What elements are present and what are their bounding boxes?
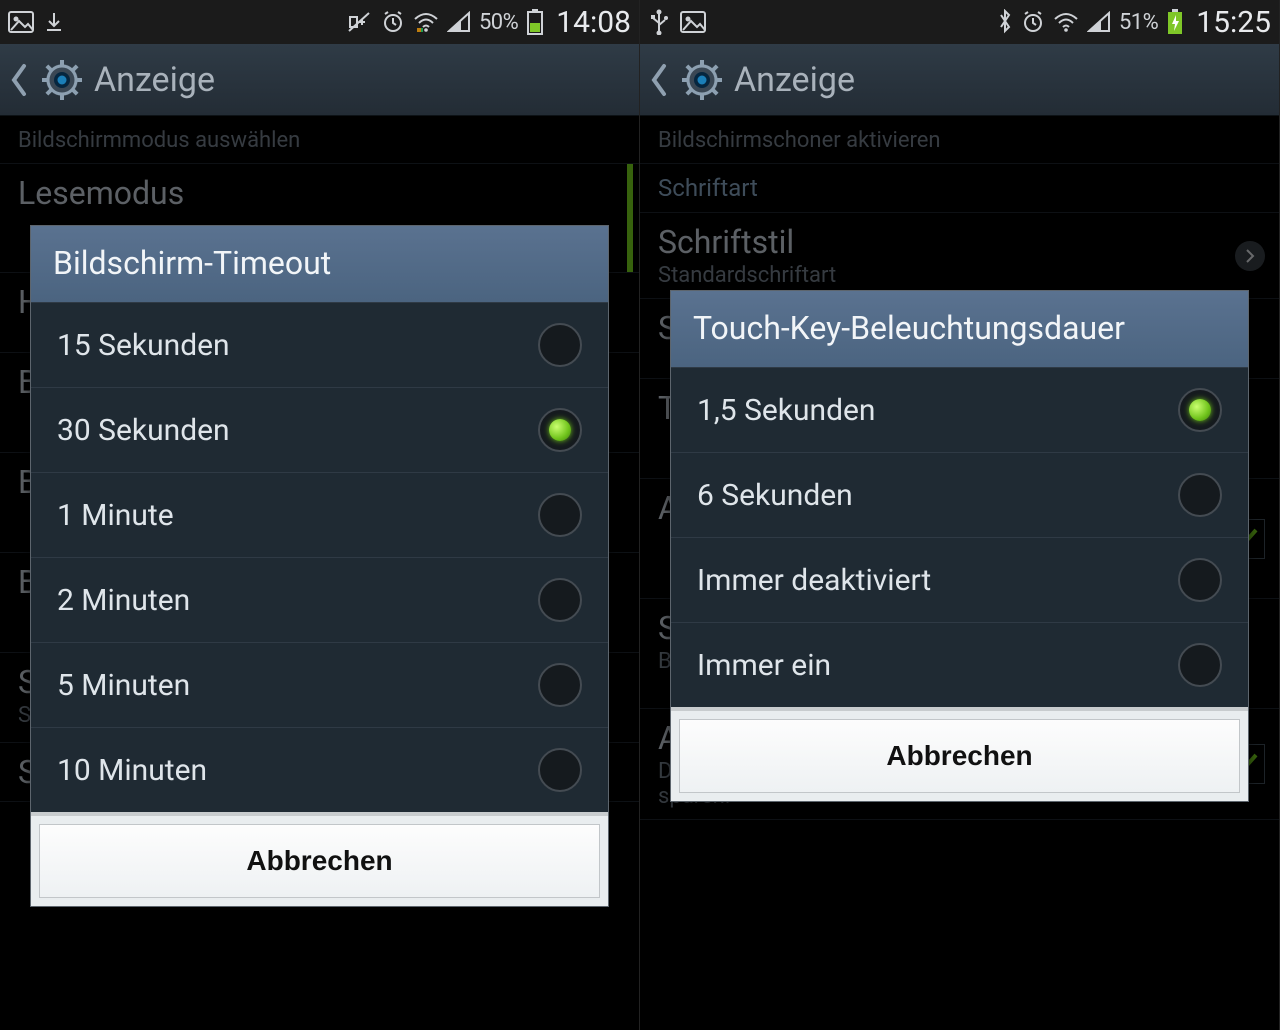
dialog-option[interactable]: 1,5 Sekunden	[671, 368, 1248, 453]
back-button[interactable]	[8, 62, 30, 98]
radio-icon	[538, 748, 582, 792]
bg-row-label: Bildschirmmodus auswählen	[18, 128, 621, 153]
option-label: 1 Minute	[57, 498, 174, 533]
page-title: Anzeige	[94, 60, 215, 100]
dialog-option[interactable]: 30 Sekunden	[31, 388, 608, 473]
radio-icon	[1178, 643, 1222, 687]
action-bar: Anzeige	[640, 44, 1279, 116]
option-label: 5 Minuten	[57, 668, 190, 703]
dialog-option[interactable]: Immer deaktiviert	[671, 538, 1248, 623]
dialog-option[interactable]: 1 Minute	[31, 473, 608, 558]
screen-timeout-dialog: Bildschirm-Timeout 15 Sekunden 30 Sekund…	[30, 225, 609, 907]
option-label: 15 Sekunden	[57, 328, 230, 363]
download-icon	[44, 11, 64, 33]
settings-gear-icon	[40, 58, 84, 102]
alarm-icon	[381, 10, 405, 34]
back-button[interactable]	[648, 62, 670, 98]
dialog-title: Bildschirm-Timeout	[31, 226, 608, 303]
cancel-button[interactable]: Abbrechen	[679, 719, 1240, 793]
dialog-footer: Abbrechen	[31, 812, 608, 906]
status-bar: 51% 15:25	[640, 0, 1279, 44]
signal-icon	[447, 11, 471, 33]
settings-gear-icon	[680, 58, 724, 102]
status-time: 15:25	[1196, 5, 1271, 40]
dialog-option[interactable]: 5 Minuten	[31, 643, 608, 728]
radio-icon	[538, 493, 582, 537]
battery-percent: 50%	[479, 10, 518, 35]
radio-icon-selected	[1178, 388, 1222, 432]
radio-icon	[1178, 473, 1222, 517]
phone-screen-left: 50% 14:08 Anzeige Bildschirmmodus auswäh…	[0, 0, 640, 1030]
dialog-footer: Abbrechen	[671, 707, 1248, 801]
status-time: 14:08	[556, 5, 631, 40]
battery-percent: 51%	[1119, 10, 1158, 35]
phone-screen-right: 51% 15:25 Anzeige Bildschirmschoner akti…	[640, 0, 1280, 1030]
option-label: Immer ein	[697, 648, 831, 683]
status-bar: 50% 14:08	[0, 0, 639, 44]
option-label: 1,5 Sekunden	[697, 393, 876, 428]
wifi-icon	[1053, 11, 1079, 33]
radio-icon	[538, 323, 582, 367]
dialog-option[interactable]: 2 Minuten	[31, 558, 608, 643]
signal-icon	[1087, 11, 1111, 33]
dialog-option-list: 15 Sekunden 30 Sekunden 1 Minute 2 Minut…	[31, 303, 608, 812]
radio-icon	[538, 663, 582, 707]
dialog-option[interactable]: 6 Sekunden	[671, 453, 1248, 538]
dialog-option[interactable]: 15 Sekunden	[31, 303, 608, 388]
bg-row-title: Schriftstil	[658, 223, 1261, 261]
wifi-icon	[413, 11, 439, 33]
chevron-right-icon	[1235, 241, 1265, 271]
toggle-on-edge	[627, 164, 633, 272]
radio-icon-selected	[538, 408, 582, 452]
battery-icon	[526, 9, 544, 35]
bg-section-label: Lesemodus	[18, 174, 621, 212]
touchkey-light-dialog: Touch-Key-Beleuchtungsdauer 1,5 Sekunden…	[670, 290, 1249, 802]
option-label: 6 Sekunden	[697, 478, 853, 513]
radio-icon	[1178, 558, 1222, 602]
option-label: 2 Minuten	[57, 583, 190, 618]
mute-icon	[347, 11, 373, 33]
option-label: 30 Sekunden	[57, 413, 230, 448]
radio-icon	[538, 578, 582, 622]
cancel-button[interactable]: Abbrechen	[39, 824, 600, 898]
dialog-option-list: 1,5 Sekunden 6 Sekunden Immer deaktivier…	[671, 368, 1248, 707]
dialog-title: Touch-Key-Beleuchtungsdauer	[671, 291, 1248, 368]
alarm-icon	[1021, 10, 1045, 34]
bg-row-sub: Standardschriftart	[658, 263, 1261, 288]
bg-section-header: Schriftart	[640, 164, 1279, 213]
picture-icon	[8, 11, 34, 33]
battery-charging-icon	[1166, 9, 1184, 35]
usb-icon	[648, 9, 670, 35]
action-bar: Anzeige	[0, 44, 639, 116]
dialog-option[interactable]: 10 Minuten	[31, 728, 608, 812]
option-label: 10 Minuten	[57, 753, 207, 788]
page-title: Anzeige	[734, 60, 855, 100]
picture-icon	[680, 11, 706, 33]
dialog-option[interactable]: Immer ein	[671, 623, 1248, 707]
bg-row-label: Bildschirmschoner aktivieren	[658, 128, 1261, 153]
bluetooth-icon	[997, 9, 1013, 35]
option-label: Immer deaktiviert	[697, 563, 931, 598]
